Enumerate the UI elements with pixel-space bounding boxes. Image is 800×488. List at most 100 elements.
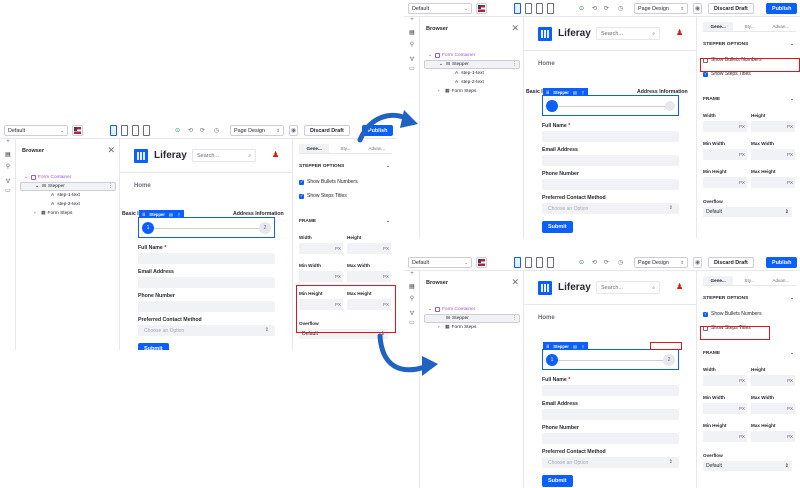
min-height-input[interactable]: PX [703, 177, 747, 188]
close-icon[interactable]: ✕ [511, 23, 519, 34]
fragment-icon[interactable]: ▤ [169, 212, 173, 217]
paint-icon[interactable]: ⚲ [404, 295, 420, 307]
height-input[interactable]: PX [347, 243, 391, 254]
page-design-select[interactable]: Page Design ⇕ [634, 3, 688, 14]
publish-button[interactable]: Publish [766, 3, 798, 14]
undo-icon[interactable]: ⟲ [590, 257, 599, 268]
link-icon[interactable]: 🜉 [404, 307, 420, 319]
frame-header[interactable]: FRAME ⌄ [299, 219, 390, 224]
stepper[interactable]: ⠿ Stepper ▤ ⋮ 1 2 [542, 342, 679, 370]
tab-advanced[interactable]: Advan... [766, 276, 796, 285]
stepper[interactable]: ⠿ Stepper ▤ ⋮ [542, 88, 679, 116]
browser-icon[interactable]: ▤ [404, 283, 420, 295]
tab-advanced[interactable]: Advan... [766, 22, 796, 31]
width-input[interactable]: PX [703, 121, 747, 132]
menu-icon[interactable]: ⋮ [512, 62, 519, 67]
tree-node[interactable]: Astep-1-text [424, 69, 520, 78]
page-design-select[interactable]: Page Design ⇕ [634, 257, 688, 268]
history-icon[interactable]: ◷ [616, 3, 625, 14]
stepper-options-header[interactable]: STEPPER OPTIONS ⌄ [703, 296, 794, 301]
tree-node[interactable]: Astep-1-text [20, 191, 116, 200]
field-input[interactable] [542, 409, 679, 420]
field-input[interactable] [542, 131, 679, 142]
desktop-icon[interactable] [110, 125, 117, 136]
show-bullets-checkbox[interactable]: Show Bullets Numbers [703, 311, 762, 317]
width-input[interactable]: PX [299, 243, 343, 254]
step-1-bullet[interactable]: 1 [546, 354, 558, 366]
max-height-input[interactable]: PX [751, 431, 795, 442]
fragment-icon[interactable]: ▤ [573, 90, 577, 95]
contact-method-select[interactable]: Choose an Option ⇕ [542, 203, 679, 214]
search-input[interactable]: Search... ⌕ [192, 149, 256, 162]
max-height-input[interactable]: PX [751, 177, 795, 188]
plus-icon[interactable]: + [404, 271, 420, 283]
tree-node[interactable]: ⌄ ⊟ Stepper ⋮ [424, 60, 520, 69]
desktop-icon[interactable] [514, 257, 521, 268]
stepper-tag[interactable]: ⠿ Stepper ▤ ⋮ [543, 88, 589, 96]
submit-button[interactable]: Submit [542, 221, 573, 233]
step-2-bullet[interactable]: 2 [663, 354, 675, 366]
preview-icon[interactable]: ◉ [693, 257, 702, 268]
tree-node[interactable]: ⌄ Form Container [424, 305, 520, 314]
search-input[interactable]: Search... ⌕ [596, 27, 660, 40]
tree-node[interactable]: ⊟ Stepper ⋮ [424, 314, 520, 323]
expander-icon[interactable]: › [438, 89, 445, 94]
min-width-input[interactable]: PX [299, 271, 343, 282]
stepper-options-header[interactable]: STEPPER OPTIONS ⌄ [299, 164, 390, 169]
close-icon[interactable]: ✕ [107, 145, 115, 156]
field-input[interactable] [138, 301, 275, 312]
user-icon[interactable]: ♟ [676, 282, 683, 291]
step-2-bullet[interactable] [665, 101, 675, 111]
link-icon[interactable]: 🜉 [404, 53, 420, 65]
tab-general[interactable]: Gene... [703, 276, 734, 285]
phone-icon[interactable] [547, 3, 554, 14]
comment-icon[interactable]: ▭ [0, 187, 16, 199]
tree-node[interactable]: ⌄ ⊟ Stepper ⋮ [20, 182, 116, 191]
browser-icon[interactable]: ▤ [404, 29, 420, 41]
stepper[interactable]: ⠿ Stepper ▤ ⋮ 1 2 [138, 210, 275, 238]
plus-icon[interactable]: + [404, 17, 420, 29]
menu-icon[interactable]: ⋮ [512, 316, 519, 321]
field-input[interactable] [542, 155, 679, 166]
experience-select[interactable]: Default ⌄ [408, 257, 472, 268]
stepper-tag[interactable]: ⠿ Stepper ▤ ⋮ [543, 342, 589, 350]
redo-icon[interactable]: ⟳ [602, 3, 611, 14]
experience-select[interactable]: Default ⌄ [408, 3, 472, 14]
tablet-icon[interactable] [525, 3, 532, 14]
tab-general[interactable]: Gene... [703, 22, 734, 31]
discard-draft-button[interactable]: Discard Draft [708, 3, 754, 14]
menu-icon[interactable]: ⋮ [177, 212, 181, 217]
us-flag-icon[interactable] [476, 3, 487, 14]
frame-header[interactable]: FRAME ⌄ [703, 97, 794, 102]
min-width-input[interactable]: PX [703, 149, 747, 160]
tree-node[interactable]: ⌄ Form Container [20, 173, 116, 182]
show-titles-checkbox[interactable]: Show Steps Titles [703, 71, 751, 77]
tree-node[interactable]: › ▦ Form Steps [20, 209, 116, 218]
tab-styles[interactable]: Sty... [734, 276, 764, 285]
overflow-select[interactable]: Default ⇕ [703, 207, 792, 217]
paint-icon[interactable]: ⚲ [404, 41, 420, 53]
user-icon[interactable]: ♟ [272, 150, 279, 159]
history-icon[interactable]: ◷ [616, 257, 625, 268]
width-input[interactable]: PX [703, 375, 747, 386]
field-input[interactable] [138, 253, 275, 264]
frame-header[interactable]: FRAME ⌄ [703, 351, 794, 356]
tablet-icon[interactable] [121, 125, 128, 136]
page-design-select[interactable]: Page Design ⇕ [230, 125, 284, 136]
us-flag-icon[interactable] [72, 125, 83, 136]
menu-icon[interactable]: ⋮ [581, 90, 585, 95]
expander-icon[interactable]: › [34, 211, 41, 216]
show-bullets-checkbox[interactable]: Show Bullets Numbers [299, 179, 358, 185]
redo-icon[interactable]: ⟳ [602, 257, 611, 268]
user-icon[interactable]: ♟ [676, 28, 683, 37]
plus-icon[interactable]: + [0, 139, 16, 151]
tree-node[interactable]: Astep-2-text [424, 78, 520, 87]
field-input[interactable] [542, 433, 679, 444]
field-input[interactable] [542, 385, 679, 396]
landscape-phone-icon[interactable] [536, 257, 543, 268]
tab-styles[interactable]: Sty... [330, 144, 360, 153]
max-width-input[interactable]: PX [751, 149, 795, 160]
step-1-bullet[interactable] [546, 100, 558, 112]
contact-method-select[interactable]: Choose an Option ⇕ [542, 457, 679, 468]
fragment-icon[interactable]: ▤ [573, 344, 577, 349]
